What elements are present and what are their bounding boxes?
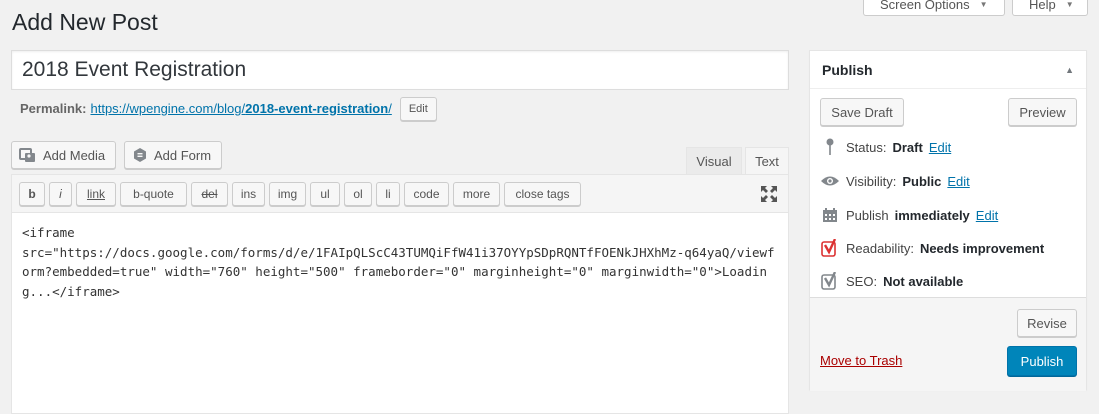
fullscreen-icon[interactable]: [760, 185, 778, 208]
qt-bold-button[interactable]: b: [19, 182, 45, 206]
publishing-actions: Revise Move to Trash Publish: [810, 297, 1086, 391]
qt-img-button[interactable]: img: [269, 182, 306, 206]
qt-italic-button[interactable]: i: [49, 182, 72, 206]
post-title-input[interactable]: 2018 Event Registration: [11, 50, 789, 90]
status-edit-link[interactable]: Edit: [929, 140, 951, 155]
status-row: Status: Draft Edit: [820, 136, 951, 158]
permalink-link[interactable]: https://wpengine.com/blog/2018-event-reg…: [90, 98, 391, 120]
help-label: Help: [1029, 0, 1056, 12]
revise-button[interactable]: Revise: [1017, 309, 1077, 337]
preview-button[interactable]: Preview: [1008, 98, 1077, 126]
save-draft-button[interactable]: Save Draft: [820, 98, 904, 126]
chevron-down-icon: ▼: [979, 0, 988, 9]
readability-value: Needs improvement: [919, 240, 1045, 256]
qt-bquote-button[interactable]: b-quote: [120, 182, 187, 206]
media-icon: [19, 147, 37, 163]
page-title: Add New Post: [12, 9, 158, 35]
add-form-button[interactable]: Add Form: [124, 141, 223, 169]
qt-ins-button[interactable]: ins: [232, 182, 265, 206]
screen-options-label: Screen Options: [880, 0, 970, 12]
publish-time-value: immediately: [894, 207, 970, 223]
qt-link-button[interactable]: link: [76, 182, 116, 206]
visibility-row: Visibility: Public Edit: [820, 170, 970, 192]
seo-row: SEO: Not available: [820, 270, 963, 292]
help-button[interactable]: Help ▼: [1012, 0, 1088, 16]
publish-button[interactable]: Publish: [1007, 346, 1077, 376]
seo-label: SEO:: [846, 273, 878, 289]
tab-text[interactable]: Text: [745, 147, 789, 175]
readability-label: Readability:: [846, 240, 914, 256]
move-to-trash-link[interactable]: Move to Trash: [820, 353, 902, 368]
permalink-row: Permalink: https://wpengine.com/blog/201…: [20, 97, 437, 121]
collapse-arrow-icon[interactable]: ▲: [1065, 51, 1074, 89]
editor-textarea[interactable]: <iframe src="https://docs.google.com/for…: [22, 223, 778, 301]
status-label: Status:: [846, 139, 887, 155]
screen-options-button[interactable]: Screen Options ▼: [863, 0, 1005, 16]
permalink-base: https://wpengine.com/blog/: [90, 101, 246, 116]
calendar-icon: [820, 207, 840, 223]
publish-box-title: Publish: [822, 62, 873, 78]
quicktags-toolbar: b i link b-quote del ins img ul ol li co…: [12, 175, 788, 213]
qt-li-button[interactable]: li: [376, 182, 400, 206]
permalink-slug: 2018-event-registration: [245, 101, 389, 116]
status-value: Draft: [892, 139, 923, 155]
add-media-label: Add Media: [43, 147, 106, 163]
publish-box-header[interactable]: Publish ▲: [810, 51, 1086, 89]
add-form-label: Add Form: [154, 147, 212, 163]
publish-time-edit-link[interactable]: Edit: [976, 208, 998, 223]
yoast-seo-icon: [820, 272, 840, 290]
qt-code-button[interactable]: code: [404, 182, 449, 206]
visibility-label: Visibility:: [846, 173, 897, 189]
qt-more-button[interactable]: more: [453, 182, 500, 206]
yoast-readability-icon: [820, 239, 840, 257]
permalink-trailing: /: [388, 101, 392, 116]
eye-icon: [820, 175, 840, 187]
qt-ul-button[interactable]: ul: [310, 182, 340, 206]
qt-ol-button[interactable]: ol: [344, 182, 372, 206]
add-media-button[interactable]: Add Media: [11, 141, 117, 169]
publish-time-label: Publish: [846, 207, 889, 223]
publish-time-row: Publish immediately Edit: [820, 204, 998, 226]
pin-icon: [820, 138, 840, 156]
visibility-value: Public: [902, 173, 942, 189]
qt-del-button[interactable]: del: [191, 182, 228, 206]
permalink-edit-button[interactable]: Edit: [399, 97, 437, 121]
editor-box: b i link b-quote del ins img ul ol li co…: [11, 174, 789, 414]
permalink-label: Permalink:: [20, 101, 87, 116]
publish-box: Publish ▲ Save Draft Preview Status: Dra…: [809, 50, 1087, 391]
readability-row: Readability: Needs improvement: [820, 237, 1044, 259]
qt-close-tags-button[interactable]: close tags: [504, 182, 581, 206]
chevron-down-icon: ▼: [1065, 0, 1074, 9]
seo-value: Not available: [883, 273, 964, 289]
form-icon: [132, 147, 148, 163]
visibility-edit-link[interactable]: Edit: [947, 174, 969, 189]
tab-visual[interactable]: Visual: [686, 147, 742, 174]
